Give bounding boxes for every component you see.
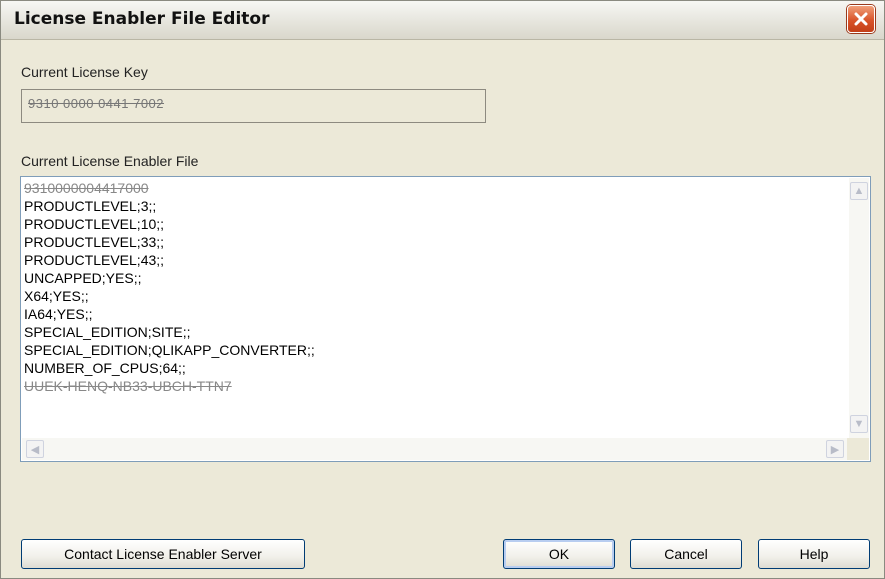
help-button[interactable]: Help [758,539,870,569]
license-editor-dialog: License Enabler File Editor Current Lice… [0,0,885,579]
dialog-title: License Enabler File Editor [14,9,270,29]
lef-line: X64;YES;; [24,288,89,304]
chevron-down-icon: ▼ [853,418,865,430]
vertical-scrollbar[interactable]: ▲ ▼ [849,178,869,438]
license-key-value: 9310 0000 0441 7002 [28,96,165,111]
scroll-right-button[interactable]: ▶ [826,440,844,458]
lef-line: PRODUCTLEVEL;43;; [24,252,165,268]
lef-first-line: 9310000004417000 [24,180,149,196]
lef-line: UNCAPPED;YES;; [24,270,142,286]
scroll-left-button[interactable]: ◀ [26,440,44,458]
scrollbar-corner [847,438,869,460]
horizontal-scrollbar[interactable]: ◀ ▶ [22,438,848,460]
cancel-button[interactable]: Cancel [630,539,742,569]
license-key-label: Current License Key [21,64,148,80]
lef-line: PRODUCTLEVEL;3;; [24,198,157,214]
lef-label: Current License Enabler File [21,153,199,169]
lef-line: NUMBER_OF_CPUS;64;; [24,360,186,376]
lef-line: IA64;YES;; [24,306,93,322]
close-button[interactable] [847,5,875,33]
lef-line: SPECIAL_EDITION;SITE;; [24,324,191,340]
contact-server-button[interactable]: Contact License Enabler Server [21,539,305,569]
scroll-down-button[interactable]: ▼ [850,415,868,433]
lef-line: PRODUCTLEVEL;10;; [24,216,165,232]
scroll-up-button[interactable]: ▲ [850,182,868,200]
lef-last-line: UUEK-HENQ-NB33-UBCH-TTN7 [24,378,232,394]
lef-textarea[interactable]: 9310000004417000 PRODUCTLEVEL;3;; PRODUCT… [20,176,871,462]
chevron-up-icon: ▲ [853,185,865,197]
close-icon [854,12,868,26]
lef-line: SPECIAL_EDITION;QLIKAPP_CONVERTER;; [24,342,315,358]
chevron-right-icon: ▶ [830,443,840,456]
chevron-left-icon: ◀ [30,443,40,456]
lef-content: 9310000004417000 PRODUCTLEVEL;3;; PRODUCT… [24,179,844,423]
title-bar[interactable]: License Enabler File Editor [1,1,884,40]
license-key-field: 9310 0000 0441 7002 [21,89,486,123]
lef-line: PRODUCTLEVEL;33;; [24,234,165,250]
ok-button[interactable]: OK [503,539,615,569]
